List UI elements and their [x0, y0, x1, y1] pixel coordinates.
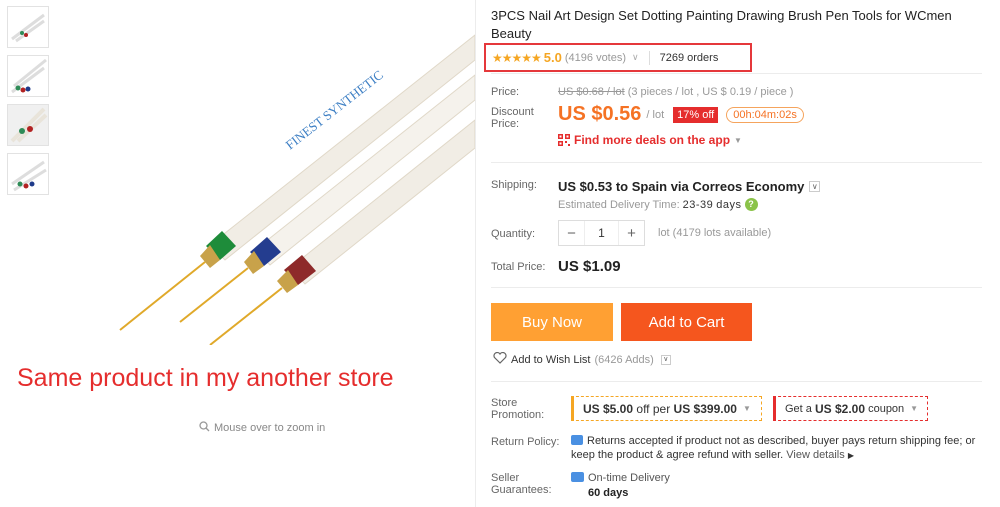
view-details-link[interactable]: View details	[786, 449, 845, 461]
price-label: Price:	[491, 86, 520, 98]
chevron-down-icon[interactable]: ∨	[809, 181, 821, 192]
promotion-coupon-discount[interactable]: US $5.00 off per US $399.00 ▼	[571, 396, 762, 421]
store-note: Same product in my another store	[17, 364, 394, 392]
order-count: 7269 orders	[659, 51, 719, 64]
coupon1-threshold: US $399.00	[673, 401, 737, 416]
quantity-available: lot (4179 lots available)	[658, 227, 772, 239]
guarantee-days: 60 days	[588, 487, 629, 499]
quantity-decrease-button[interactable]: −	[559, 225, 584, 242]
coupon2-suffix: coupon	[868, 402, 905, 415]
rating-summary[interactable]: ★★★★★ 5.0 (4196 votes) ∨ 7269 orders	[484, 43, 752, 72]
thumbnail-2[interactable]	[7, 55, 49, 97]
quantity-input[interactable]: 1	[584, 221, 619, 245]
wishlist-link[interactable]: Add to Wish List (6426 Adds) ∨	[493, 351, 671, 367]
coupon1-mid: off per	[636, 401, 671, 416]
return-policy: Returns accepted if product not as descr…	[571, 434, 981, 463]
truck-icon	[571, 472, 584, 482]
thumbnail-3[interactable]	[7, 104, 49, 146]
store-promotion-label-line1: Store	[491, 397, 518, 409]
total-price: US $1.09	[558, 258, 621, 275]
divider	[491, 287, 982, 288]
app-deals-link[interactable]: Find more deals on the app ▼	[558, 133, 742, 147]
caret-right-icon: ▶	[847, 451, 854, 460]
quantity-increase-button[interactable]: +	[619, 225, 644, 242]
chevron-down-icon[interactable]: ∨	[660, 354, 671, 365]
store-promotion-label: Store Promotion:	[491, 397, 544, 421]
divider	[491, 73, 982, 74]
store-promotion-label-line2: Promotion:	[491, 409, 545, 421]
return-policy-icon	[571, 435, 583, 445]
est-value: 23-39	[682, 198, 714, 211]
shipping-selector[interactable]: US $0.53 to Spain via Correos Economy ∨	[558, 179, 821, 194]
thumbnail-4[interactable]	[7, 153, 49, 195]
estimated-delivery: Estimated Delivery Time: 23-39 days ?	[558, 198, 758, 211]
original-price: US $0.68 / lot (3 pieces / lot , US $ 0.…	[558, 86, 793, 98]
discount-label: Discount Price:	[491, 106, 534, 130]
est-label: Estimated Delivery Time:	[558, 198, 680, 211]
discount-label-line2: Price:	[491, 118, 520, 130]
discount-label-line1: Discount	[491, 106, 534, 118]
caret-down-icon: ▼	[910, 404, 919, 413]
shipping-value: US $0.53 to Spain via Correos Economy	[558, 179, 805, 194]
thumbnail-1[interactable]	[7, 6, 49, 48]
column-divider	[475, 0, 476, 507]
qr-code-icon	[558, 134, 570, 146]
promotion-get-coupon[interactable]: Get a US $2.00 coupon ▼	[773, 396, 928, 421]
shipping-label: Shipping:	[491, 179, 537, 191]
seller-guarantees-label: Seller Guarantees:	[491, 472, 552, 496]
original-price-detail: (3 pieces / lot , US $ 0.19 / piece )	[627, 86, 794, 98]
buy-now-button[interactable]: Buy Now	[491, 303, 613, 341]
seller-guarantees-label-line1: Seller	[491, 472, 520, 484]
discount-price-value: US $0.56	[558, 103, 642, 125]
countdown-timer: 00h:04m:02s	[726, 106, 804, 123]
caret-down-icon: ▼	[742, 404, 751, 413]
rating-votes: (4196 votes)	[564, 51, 627, 64]
rating-stars: ★★★★★	[492, 50, 542, 65]
quantity-stepper: − 1 +	[558, 220, 645, 246]
seller-guarantees-label-line2: Guarantees:	[491, 484, 552, 496]
return-policy-label: Return Policy:	[491, 436, 560, 448]
total-label: Total Price:	[491, 261, 546, 273]
heart-icon	[493, 351, 507, 367]
help-icon[interactable]: ?	[744, 198, 758, 211]
add-to-cart-button[interactable]: Add to Cart	[621, 303, 752, 341]
return-policy-text: Returns accepted if product not as descr…	[571, 435, 976, 461]
chevron-down-icon[interactable]: ∨	[632, 52, 639, 63]
main-product-image[interactable]: FINEST SYNTHETIC	[60, 0, 475, 345]
magnifier-icon	[199, 421, 210, 435]
wishlist-label: Add to Wish List	[511, 353, 591, 366]
product-title: 3PCS Nail Art Design Set Dotting Paintin…	[491, 8, 952, 41]
est-unit: days	[716, 198, 742, 211]
quantity-label: Quantity:	[491, 228, 536, 240]
original-price-value: US $0.68 / lot	[558, 86, 625, 98]
discount-badge: 17% off	[673, 106, 719, 123]
price-unit: / lot	[646, 108, 665, 121]
zoom-hint-text: Mouse over to zoom in	[214, 422, 326, 434]
coupon2-amount: US $2.00	[814, 401, 866, 416]
discount-price: US $0.56 / lot 17% off 00h:04m:02s	[558, 103, 804, 126]
wishlist-count: (6426 Adds)	[594, 353, 654, 366]
divider	[491, 381, 982, 382]
seller-guarantees: On-time Delivery 60 days	[571, 471, 670, 501]
guarantee-delivery: On-time Delivery	[588, 472, 670, 484]
app-deals-text: Find more deals on the app	[574, 133, 731, 147]
separator	[648, 50, 650, 65]
thumbnail-list	[7, 6, 49, 202]
coupon2-prefix: Get a	[785, 402, 812, 415]
caret-down-icon: ▼	[734, 135, 742, 145]
rating-score: 5.0	[543, 50, 562, 65]
zoom-hint: Mouse over to zoom in	[199, 421, 325, 435]
coupon1-amount: US $5.00	[583, 401, 634, 416]
divider	[491, 162, 982, 163]
